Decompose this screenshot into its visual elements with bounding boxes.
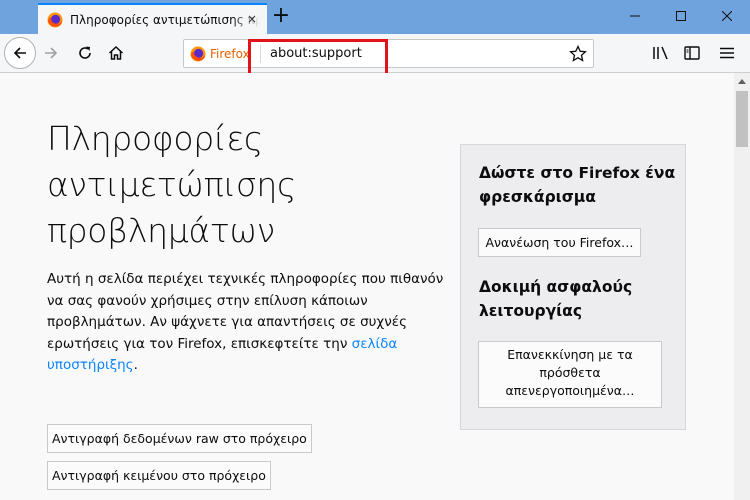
close-icon[interactable] (704, 0, 750, 32)
intro-paragraph: Αυτή η σελίδα περιέχει τεχνικές πληροφορ… (47, 269, 447, 377)
scroll-up-arrow-icon[interactable] (734, 73, 750, 89)
title-bar: Πληροφορίες αντιμετώπισης προβλημάτων × … (0, 0, 750, 34)
hamburger-menu-icon (720, 47, 734, 59)
forward-button[interactable] (36, 38, 66, 68)
tab-title: Πληροφορίες αντιμετώπισης προβλημάτων (70, 12, 260, 27)
firefox-identity-icon (190, 46, 206, 62)
maximize-icon[interactable] (658, 0, 704, 32)
home-icon (108, 45, 124, 60)
vertical-scrollbar[interactable] (734, 73, 750, 500)
copy-raw-data-button[interactable]: Αντιγραφή δεδομένων raw στο πρόχειρο (47, 424, 312, 453)
forward-arrow-icon (45, 47, 58, 59)
page-content: Πληροφορίες αντιμετώπισης προβλημάτων Αυ… (0, 73, 734, 500)
url-bar[interactable]: Firefox about:support (183, 39, 594, 68)
bookmark-star-icon[interactable] (569, 44, 587, 67)
safe-mode-restart-button[interactable]: Επανεκκίνηση με τα πρόσθετα απενεργοποιη… (478, 341, 662, 408)
tab-troubleshooting[interactable]: Πληροφορίες αντιμετώπισης προβλημάτων × (38, 3, 267, 34)
tab-close-icon[interactable]: × (245, 12, 259, 26)
page-title: Πληροφορίες αντιμετώπισης προβλημάτων (47, 119, 297, 250)
identity-label: Firefox (210, 47, 250, 61)
intro-end: . (133, 357, 138, 373)
reload-button[interactable] (70, 38, 100, 68)
library-icon (653, 46, 668, 60)
scrollbar-thumb[interactable] (736, 91, 748, 147)
new-tab-icon[interactable]: + (268, 4, 294, 30)
action-box: Δώστε στο Firefox ένα φρεσκάρισμα Ανανέω… (460, 144, 686, 430)
minimize-icon[interactable] (612, 0, 658, 32)
refresh-heading: Δώστε στο Firefox ένα φρεσκάρισμα (479, 164, 676, 206)
reload-icon (79, 46, 91, 59)
firefox-logo-icon (47, 12, 63, 27)
copy-text-button[interactable]: Αντιγραφή κειμένου στο πρόχειρο (47, 461, 271, 490)
sidebar-button[interactable] (677, 38, 707, 68)
identity-box[interactable]: Firefox (190, 45, 250, 63)
menu-button[interactable] (712, 38, 742, 68)
home-button[interactable] (101, 38, 131, 68)
library-button[interactable] (646, 38, 676, 68)
sidebar-icon (684, 46, 700, 60)
safe-mode-heading: Δοκιμή ασφαλούς λειτουργίας (479, 278, 633, 320)
refresh-firefox-button[interactable]: Ανανέωση του Firefox… (478, 228, 641, 257)
back-arrow-icon (13, 47, 26, 59)
back-button[interactable] (4, 37, 36, 69)
